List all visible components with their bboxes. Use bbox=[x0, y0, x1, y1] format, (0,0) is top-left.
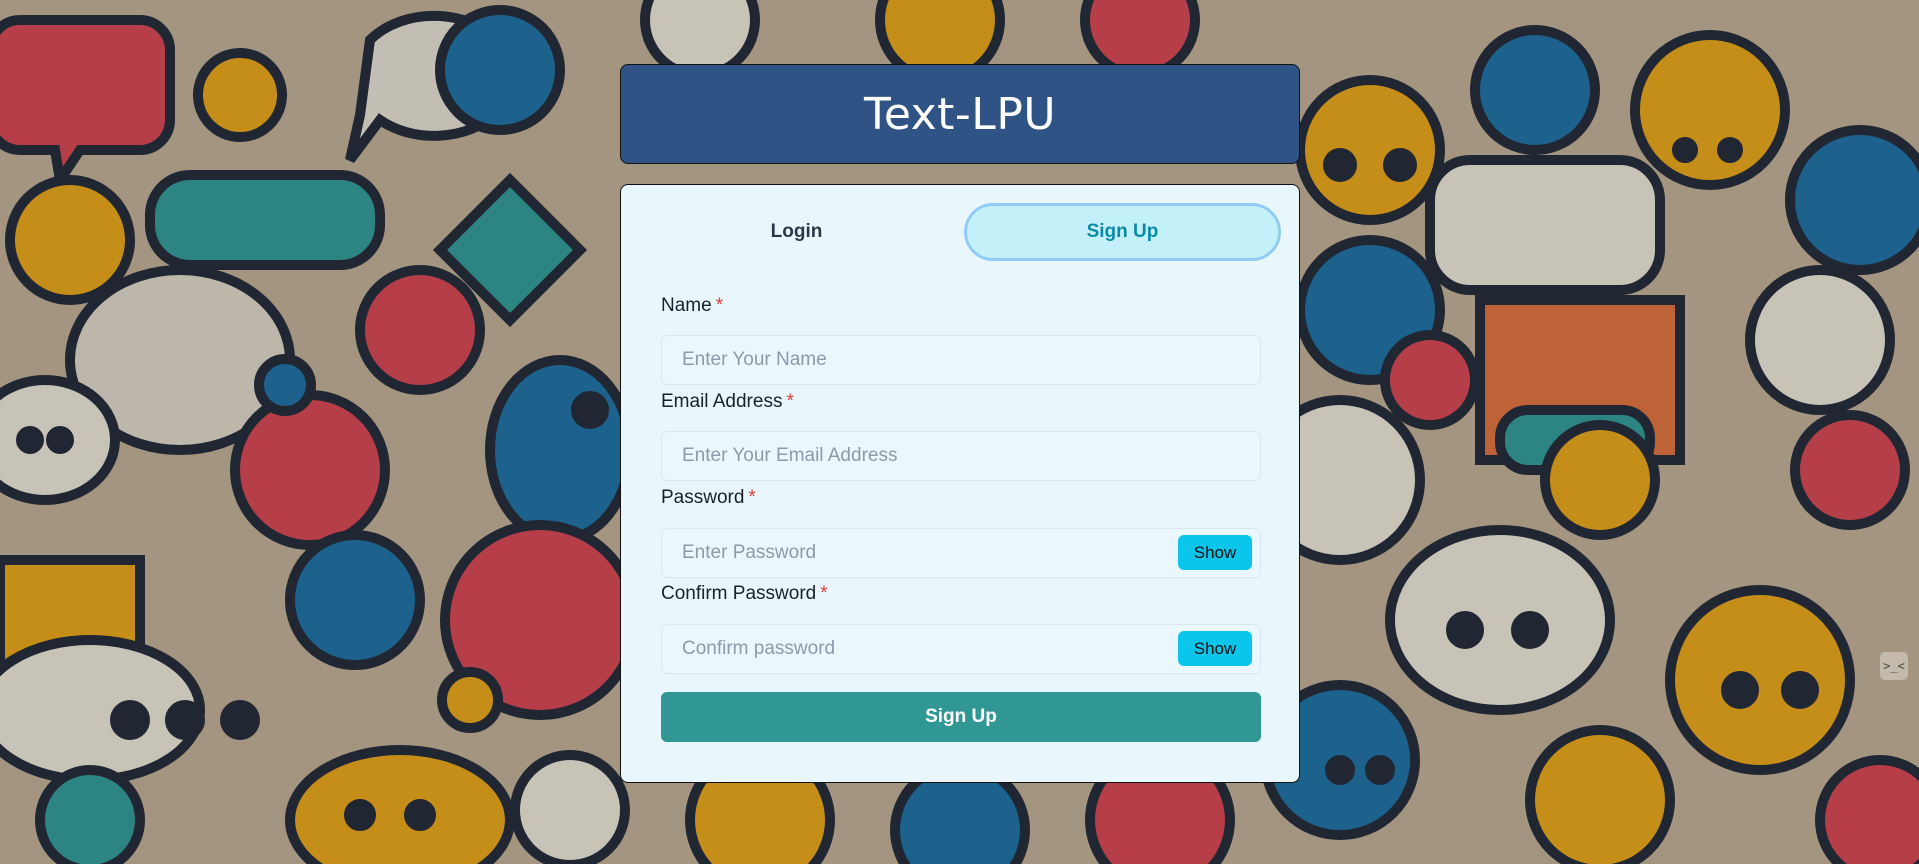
required-marker: * bbox=[715, 295, 724, 316]
show-password-button[interactable]: Show bbox=[1178, 535, 1252, 570]
required-marker: * bbox=[748, 487, 756, 508]
code-toggle-icon[interactable]: >_< bbox=[1880, 652, 1908, 680]
name-label: Name * bbox=[661, 295, 724, 316]
tab-sign-up[interactable]: Sign Up bbox=[964, 203, 1281, 261]
confirm-password-label: Confirm Password * bbox=[661, 583, 828, 604]
auth-card: Login Sign Up Name* Email Address* Passw… bbox=[620, 184, 1300, 783]
app-header: Text-LPU bbox=[620, 64, 1300, 164]
name-input[interactable] bbox=[661, 335, 1261, 385]
email-input[interactable] bbox=[661, 431, 1261, 481]
sign-up-submit-button[interactable]: Sign Up bbox=[661, 692, 1261, 742]
confirm-password-input[interactable] bbox=[661, 624, 1261, 674]
required-marker: * bbox=[786, 391, 794, 412]
tab-login[interactable]: Login bbox=[641, 203, 952, 261]
password-label: Password * bbox=[661, 487, 756, 508]
auth-tabs: Login Sign Up bbox=[641, 203, 1281, 261]
required-marker: * bbox=[820, 583, 828, 604]
password-input[interactable] bbox=[661, 528, 1261, 578]
app-title: Text-LPU bbox=[863, 88, 1057, 140]
email-label: Email Address * bbox=[661, 391, 794, 412]
show-confirm-password-button[interactable]: Show bbox=[1178, 631, 1252, 666]
